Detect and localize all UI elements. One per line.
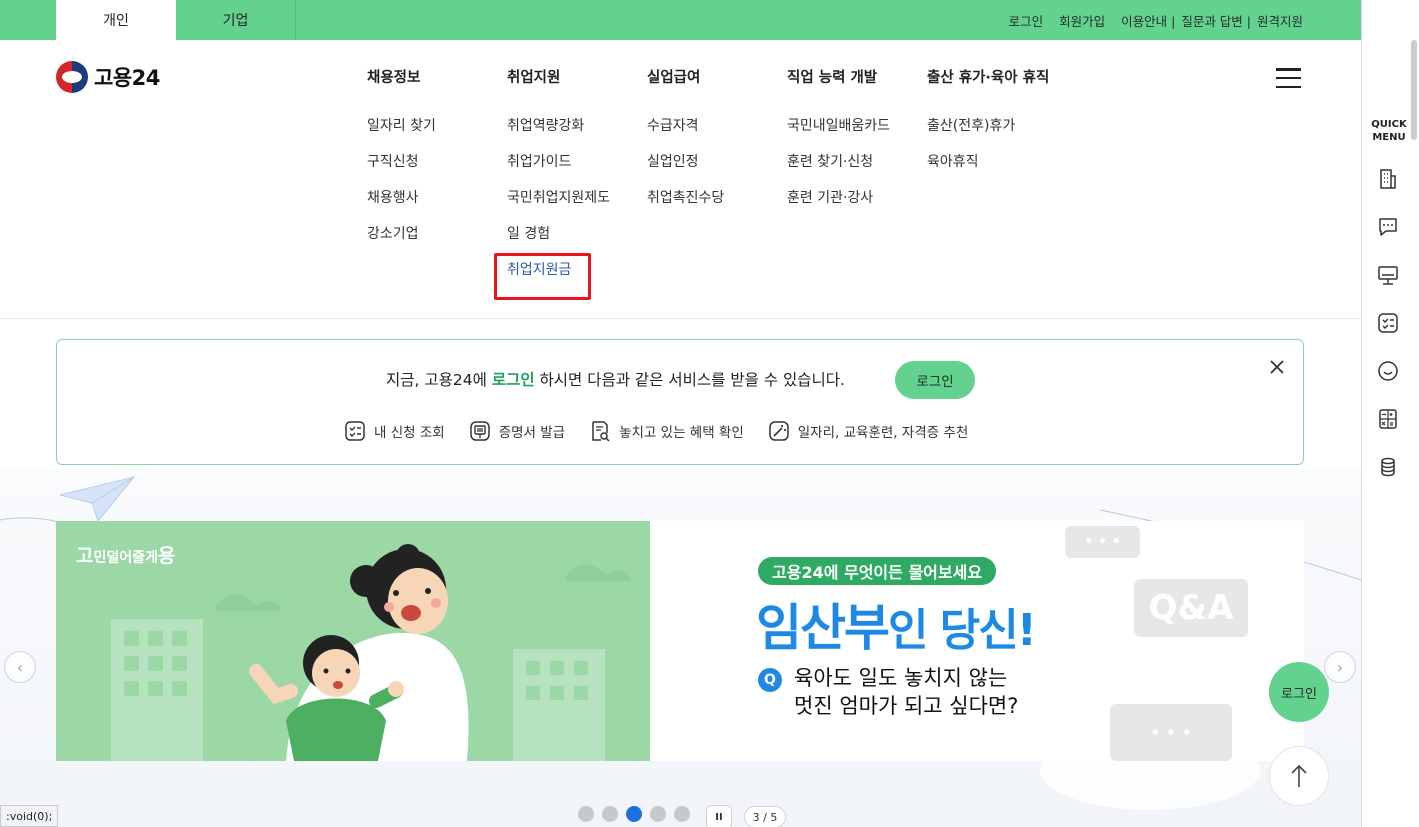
close-icon[interactable] [1267,357,1287,377]
nav-item-promotion-allowance[interactable]: 취업촉진수당 [647,188,724,224]
nav-item-learning-card[interactable]: 국민내일배움카드 [787,116,890,152]
nav-item-training-search[interactable]: 훈련 찾기·신청 [787,152,890,188]
coins-icon[interactable] [1376,455,1400,479]
nav-column-jobs: 채용정보 일자리 찾기 구직신청 채용행사 강소기업 [367,66,436,260]
nav-item-training-institution[interactable]: 훈련 기관·강사 [787,188,890,224]
checklist-icon[interactable] [1376,311,1400,335]
slide-pill: 고용24에 무엇이든 물어보세요 [758,557,997,585]
tab-personal[interactable]: 개인 [56,0,176,40]
scroll-top-button[interactable] [1269,746,1329,806]
nav-head-unemployment[interactable]: 실업급여 [647,66,724,88]
chat-icon[interactable] [1376,215,1400,239]
nav-item-small-giant[interactable]: 강소기업 [367,224,436,260]
remote-support-link[interactable]: 원격지원 [1257,11,1303,30]
magic-wand-icon [769,421,789,441]
nav-column-training: 직업 능력 개발 국민내일배움카드 훈련 찾기·신청 훈련 기관·강사 [787,66,890,224]
logo[interactable]: 고용24 [56,61,160,93]
login-banner: 지금, 고용24에 로그인 하시면 다음과 같은 서비스를 받을 수 있습니다.… [56,339,1304,465]
qna-link[interactable]: 질문과 답변 | [1181,11,1251,30]
next-slide-button[interactable]: › [1324,651,1356,683]
nav-item-national-support[interactable]: 국민취업지원제도 [507,188,610,224]
arrow-up-icon [1291,764,1307,787]
login-highlight: 로그인 [491,371,535,389]
quick-menu-title: QUICK MENU [1371,119,1407,143]
quick-menu-scrollbar[interactable] [1411,40,1417,140]
login-banner-text: 지금, 고용24에 로그인 하시면 다음과 같은 서비스를 받을 수 있습니다. [386,371,845,389]
nav-column-unemployment: 실업급여 수급자격 실업인정 취업촉진수당 [647,66,724,224]
question-badge: Q [758,668,782,692]
smile-icon[interactable] [1376,359,1400,383]
nav-item-job-search[interactable]: 일자리 찾기 [367,116,436,152]
header-divider [0,318,1361,319]
nav-item-maternity-leave[interactable]: 출산(전후)휴가 [927,116,1049,152]
slide-illustration[interactable]: 고민덜어줄게용 [56,521,706,761]
slide-dot-1[interactable] [578,806,594,822]
nav-item-job-apply[interactable]: 구직신청 [367,152,436,188]
bubble-dots-bottom: • • • [1110,704,1232,761]
slide-dots [578,806,690,822]
slide-headline: 임산부인 당신! [756,599,1037,657]
nav-item-job-fair[interactable]: 채용행사 [367,188,436,224]
nav-item-guide[interactable]: 취업가이드 [507,152,610,188]
nav-item-parental-leave[interactable]: 육아휴직 [927,152,1049,188]
quick-menu: QUICK MENU [1361,0,1419,827]
logo-emblem-icon [56,61,88,93]
slide-question: 육아도 일도 놓치지 않는 멋진 엄마가 되고 싶다면? [794,666,1019,718]
slide-dot-3[interactable] [626,806,642,822]
pause-button[interactable]: II [706,805,732,827]
service-recommendations[interactable]: 일자리, 교육훈련, 자격증 추천 [768,420,968,442]
paper-plane-icon [58,475,138,529]
nav-column-parental: 출산 휴가·육아 휴직 출산(전후)휴가 육아휴직 [927,66,1049,188]
status-bar: :void(0); [0,805,59,827]
slide-dot-2[interactable] [602,806,618,822]
bubble-dots-top: • • • [1065,526,1140,558]
prev-slide-button[interactable]: ‹ [4,651,36,683]
nav-item-recognition[interactable]: 실업인정 [647,152,724,188]
highlight-box [494,253,591,300]
guide-link[interactable]: 이용안내 | [1121,11,1175,30]
service-missed-benefits[interactable]: 놓치고 있는 혜택 확인 [589,420,744,442]
certificate-icon [469,421,490,441]
floating-login-button[interactable]: 로그인 [1269,662,1329,722]
calculator-icon[interactable] [1376,407,1400,431]
slide-dot-4[interactable] [650,806,666,822]
banner-login-button[interactable]: 로그인 [895,361,975,399]
hamburger-menu-icon[interactable] [1276,68,1301,88]
nav-head-jobs[interactable]: 채용정보 [367,66,436,88]
checklist-icon [345,421,365,441]
nav-item-capacity[interactable]: 취업역량강화 [507,116,610,152]
logo-text: 고용24 [94,66,160,90]
nav-head-employment-support[interactable]: 취업지원 [507,66,610,88]
bubble-qa: Q&A [1134,579,1248,637]
building-icon[interactable] [1376,167,1400,191]
nav-item-eligibility[interactable]: 수급자격 [647,116,724,152]
login-link[interactable]: 로그인 [1009,11,1044,30]
nav-head-training[interactable]: 직업 능력 개발 [787,66,890,88]
slide-dot-5[interactable] [674,806,690,822]
monitor-icon[interactable] [1376,263,1400,287]
signup-link[interactable]: 회원가입 [1059,11,1105,30]
service-list: 내 신청 조회 증명서 발급 놓치고 있는 혜택 확인 일자리, 교육훈련, 자… [344,420,968,442]
top-links: 로그인 회원가입 이용안내 | 질문과 답변 | 원격지원 [1009,0,1303,40]
top-bar: 개인 기업 로그인 회원가입 이용안내 | 질문과 답변 | 원격지원 [0,0,1361,40]
service-my-applications[interactable]: 내 신청 조회 [344,420,445,442]
slide-counter: 3 / 5 [744,806,786,827]
nav-head-parental[interactable]: 출산 휴가·육아 휴직 [927,66,1049,88]
document-search-icon [592,421,610,442]
service-certificate[interactable]: 증명서 발급 [469,420,565,442]
tab-company[interactable]: 기업 [176,0,296,40]
